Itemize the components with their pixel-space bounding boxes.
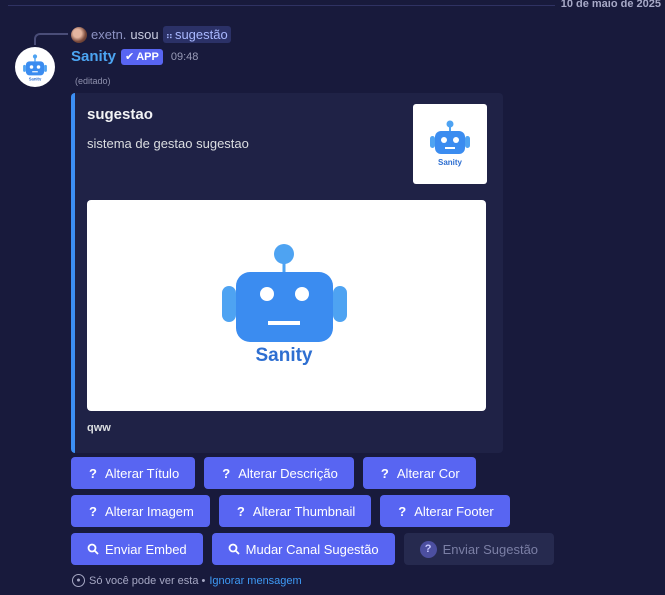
alterar-imagem-button[interactable]: ? Alterar Imagem bbox=[71, 495, 210, 527]
message-header: Sanity ✔ APP 09:48 bbox=[71, 48, 198, 65]
edited-label: (editado) bbox=[75, 76, 111, 86]
message-timestamp[interactable]: 09:48 bbox=[171, 51, 199, 63]
embed-footer: qww bbox=[87, 422, 111, 434]
author-name[interactable]: Sanity bbox=[71, 48, 116, 65]
robot-logo-icon: Sanity bbox=[221, 244, 347, 366]
slash-command-icon: ⠶ bbox=[165, 31, 173, 42]
reply-connector bbox=[34, 33, 68, 45]
reply-used-text: usou bbox=[130, 27, 159, 42]
svg-text:Sanity: Sanity bbox=[29, 76, 42, 81]
enviar-embed-label: Enviar Embed bbox=[105, 541, 187, 557]
svg-text:Sanity: Sanity bbox=[255, 345, 312, 366]
embed-title: sugestao bbox=[87, 106, 153, 123]
button-row-3: Enviar Embed Mudar Canal Sugestão ? Envi… bbox=[71, 533, 555, 565]
robot-logo-icon: Sanity bbox=[430, 120, 470, 167]
button-row-2: ? Alterar Imagem ? Alterar Thumbnail ? Alte… bbox=[71, 495, 510, 527]
question-icon: ? bbox=[398, 503, 407, 519]
alterar-cor-label: Alterar Cor bbox=[396, 465, 460, 481]
reply-username[interactable]: exetn. bbox=[91, 27, 126, 42]
question-icon: ? bbox=[380, 465, 389, 481]
reply-command-label: sugestão bbox=[174, 27, 228, 42]
dismiss-message-link[interactable]: Ignorar mensagem bbox=[209, 575, 301, 587]
alterar-thumbnail-button[interactable]: ? Alterar Thumbnail bbox=[218, 495, 372, 527]
reply-command[interactable]: ⠶ sugestão bbox=[162, 26, 231, 43]
question-icon: ? bbox=[89, 503, 97, 519]
question-icon: ? bbox=[222, 465, 231, 481]
question-icon: ? bbox=[89, 465, 97, 481]
app-badge-label: APP bbox=[136, 50, 159, 63]
avatar[interactable]: Sanity bbox=[15, 47, 55, 87]
reply-context[interactable]: exetn. usou ⠶ sugestão bbox=[71, 26, 231, 43]
alterar-descricao-label: Alterar Descrição bbox=[238, 465, 338, 481]
mudar-canal-button[interactable]: Mudar Canal Sugestão bbox=[211, 533, 395, 565]
eye-icon: ● bbox=[72, 574, 85, 587]
button-row-1: ? Alterar Título ? Alterar Descrição ? Alte… bbox=[71, 457, 476, 489]
question-circle-icon: ? bbox=[419, 540, 437, 558]
alterar-cor-button[interactable]: ? Alterar Cor bbox=[362, 457, 476, 489]
robot-logo-icon: Sanity bbox=[23, 54, 47, 81]
ephemeral-notice: ● Só você pode ver esta • Ignorar mensag… bbox=[72, 574, 302, 587]
embed-image[interactable]: Sanity bbox=[87, 200, 486, 411]
enviar-embed-button[interactable]: Enviar Embed bbox=[71, 533, 203, 565]
mudar-canal-label: Mudar Canal Sugestão bbox=[245, 541, 379, 557]
date-divider-label: 10 de maio de 2025 bbox=[554, 0, 665, 10]
question-icon: ? bbox=[236, 503, 245, 519]
alterar-titulo-button[interactable]: ? Alterar Título bbox=[71, 457, 196, 489]
embed-thumbnail[interactable]: Sanity bbox=[413, 104, 487, 184]
svg-text:Sanity: Sanity bbox=[438, 158, 463, 167]
alterar-thumbnail-label: Alterar Thumbnail bbox=[252, 503, 356, 519]
alterar-descricao-button[interactable]: ? Alterar Descrição bbox=[204, 457, 354, 489]
alterar-footer-label: Alterar Footer bbox=[414, 503, 494, 519]
search-icon bbox=[87, 543, 99, 555]
embed-description: sistema de gestao sugestao bbox=[87, 136, 249, 151]
enviar-sugestao-button[interactable]: ? Enviar Sugestão bbox=[403, 533, 555, 565]
embed-card: sugestao sistema de gestao sugestao Sani… bbox=[71, 93, 503, 453]
reply-user-avatar[interactable] bbox=[71, 26, 87, 43]
alterar-imagem-label: Alterar Imagem bbox=[105, 503, 194, 519]
app-badge: ✔ APP bbox=[121, 48, 163, 65]
ephemeral-text: Só você pode ver esta • bbox=[89, 574, 206, 587]
search-icon bbox=[228, 543, 240, 555]
enviar-sugestao-label: Enviar Sugestão bbox=[442, 541, 539, 557]
verified-check-icon: ✔ bbox=[125, 51, 135, 63]
alterar-footer-button[interactable]: ? Alterar Footer bbox=[380, 495, 510, 527]
alterar-titulo-label: Alterar Título bbox=[105, 465, 180, 481]
